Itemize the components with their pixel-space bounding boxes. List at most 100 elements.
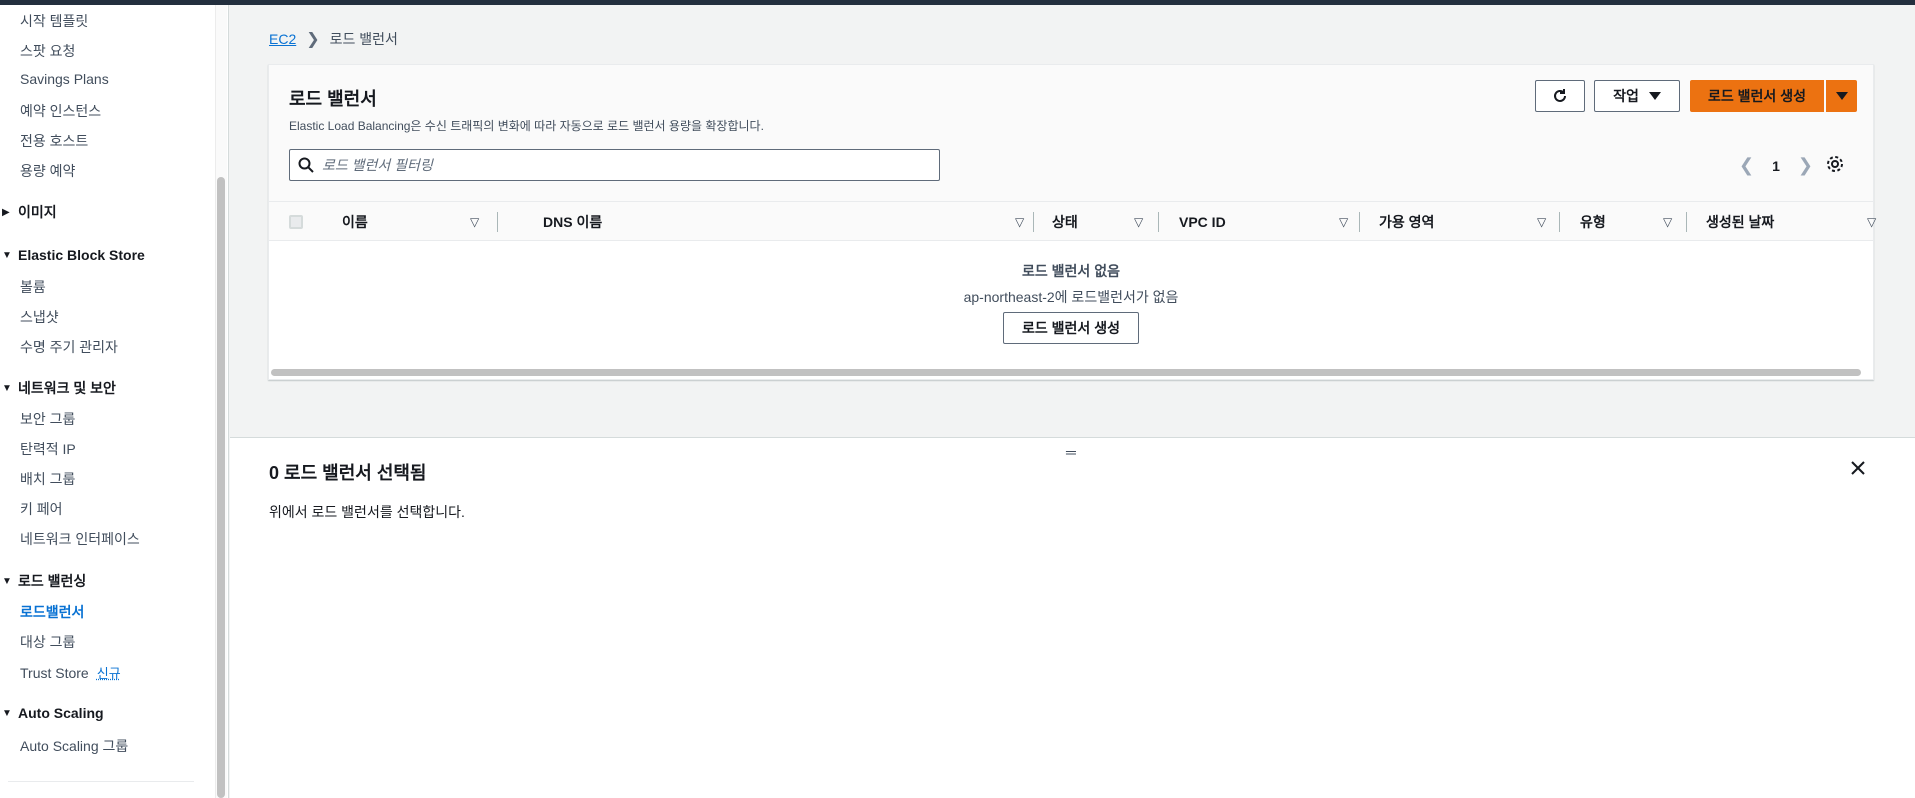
page-number[interactable]: 1 xyxy=(1772,158,1780,174)
sort-icon: ▽ xyxy=(470,215,480,229)
breadcrumb-link-ec2[interactable]: EC2 xyxy=(269,31,296,47)
sidebar-item-volumes[interactable]: 볼륨 xyxy=(20,277,46,297)
sort-icon: ▽ xyxy=(1663,215,1673,229)
sidebar-section-label: 이미지 xyxy=(18,204,57,220)
column-divider[interactable] xyxy=(1158,212,1159,232)
sidebar-section-ebs[interactable]: ▼ Elastic Block Store xyxy=(2,247,145,263)
close-icon[interactable] xyxy=(1850,460,1866,479)
sidebar-item-key-pairs[interactable]: 키 페어 xyxy=(20,499,63,519)
caret-down-icon: ▼ xyxy=(2,575,12,587)
sort-icon: ▽ xyxy=(1339,215,1349,229)
sidebar-item-auto-scaling-groups[interactable]: Auto Scaling 그룹 xyxy=(20,736,128,756)
chevron-right-icon[interactable]: ❯ xyxy=(1798,155,1813,176)
sidebar-section-label: 로드 밸런싱 xyxy=(18,573,87,589)
sidebar-item-security-groups[interactable]: 보안 그룹 xyxy=(20,409,75,429)
filter-input[interactable] xyxy=(322,157,922,173)
sidebar-divider xyxy=(8,781,194,782)
chevron-left-icon[interactable]: ❮ xyxy=(1739,155,1754,176)
caret-down-icon xyxy=(1835,92,1848,100)
panel-title: 로드 밸런서 xyxy=(289,89,377,109)
column-header-type[interactable]: 유형 ▽ xyxy=(1580,202,1690,242)
select-all-checkbox[interactable] xyxy=(289,215,303,229)
chevron-right-icon: ❯ xyxy=(306,31,320,48)
horizontal-scrollbar[interactable] xyxy=(271,369,1861,376)
sidebar-item-dedicated-hosts[interactable]: 전용 호스트 xyxy=(20,131,88,151)
sidebar-scrollbar-thumb[interactable] xyxy=(217,177,225,798)
caret-down-icon: ▼ xyxy=(2,707,12,719)
column-label: DNS 이름 xyxy=(543,214,603,230)
load-balancers-table-panel: 로드 밸런서 Elastic Load Balancing은 수신 트래픽의 변… xyxy=(268,64,1876,380)
column-header-dns-name[interactable]: DNS 이름 ▽ xyxy=(543,202,1024,242)
sidebar: 시작 템플릿 스팟 요청 Savings Plans 예약 인스턴스 전용 호스… xyxy=(0,5,229,798)
split-panel-title: 0 로드 밸런서 선택됨 xyxy=(269,463,427,483)
sidebar-item-elastic-ips[interactable]: 탄력적 IP xyxy=(20,439,76,459)
caret-right-icon: ▶ xyxy=(2,206,10,218)
create-load-balancer-button[interactable]: 로드 밸런서 생성 xyxy=(1690,80,1824,112)
sidebar-section-auto-scaling[interactable]: ▼ Auto Scaling xyxy=(2,705,104,721)
sidebar-section-label: Auto Scaling xyxy=(18,705,104,721)
sidebar-item-label: Trust Store xyxy=(20,665,89,681)
sidebar-item-savings-plans[interactable]: Savings Plans xyxy=(20,71,109,87)
column-header-availability-zones[interactable]: 가용 영역 ▽ xyxy=(1379,202,1549,242)
refresh-icon xyxy=(1554,89,1566,102)
filter-search-box[interactable] xyxy=(289,149,940,181)
column-divider[interactable] xyxy=(1033,212,1034,232)
sidebar-section-images[interactable]: ▶ 이미지 xyxy=(2,202,57,222)
column-divider[interactable] xyxy=(1686,212,1687,232)
sidebar-item-placement-groups[interactable]: 배치 그룹 xyxy=(20,469,75,489)
gear-icon[interactable] xyxy=(1826,155,1844,176)
sidebar-item-load-balancers[interactable]: 로드밸런서 xyxy=(20,602,84,622)
sidebar-section-load-balancing[interactable]: ▼ 로드 밸런싱 xyxy=(2,571,86,591)
sort-icon: ▽ xyxy=(1134,215,1144,229)
create-load-balancer-dropdown-button[interactable] xyxy=(1826,80,1857,112)
sort-icon: ▽ xyxy=(1015,215,1025,229)
column-label: 이름 xyxy=(342,214,368,230)
sort-icon: ▽ xyxy=(1537,215,1547,229)
caret-down-icon xyxy=(1648,92,1661,100)
column-header-state[interactable]: 상태 ▽ xyxy=(1052,202,1152,242)
empty-state-title: 로드 밸런서 없음 xyxy=(1022,263,1120,279)
sidebar-item-lifecycle-manager[interactable]: 수명 주기 관리자 xyxy=(20,337,118,357)
panel-description: Elastic Load Balancing은 수신 트래픽의 변화에 따라 자… xyxy=(289,119,764,133)
actions-dropdown-button[interactable]: 작업 xyxy=(1594,80,1680,112)
sidebar-item-target-groups[interactable]: 대상 그룹 xyxy=(20,632,75,652)
sort-icon: ▽ xyxy=(1867,215,1877,229)
table-header: 이름 ▽ DNS 이름 ▽ 상태 ▽ VPC ID ▽ 가용 영역 ▽ 유형 ▽… xyxy=(269,201,1876,242)
sidebar-item-snapshots[interactable]: 스냅샷 xyxy=(20,307,59,327)
main-content: EC2 ❯ 로드 밸런서 로드 밸런서 Elastic Load Balanci… xyxy=(230,5,1915,798)
split-panel: ═ 0 로드 밸런서 선택됨 위에서 로드 밸런서를 선택합니다. xyxy=(230,437,1915,798)
new-badge: 신규 xyxy=(96,666,121,681)
column-divider[interactable] xyxy=(497,212,498,232)
breadcrumb-current: 로드 밸런서 xyxy=(329,31,398,47)
split-panel-body: 위에서 로드 밸런서를 선택합니다. xyxy=(269,504,465,520)
column-header-created[interactable]: 생성된 날짜 ▽ xyxy=(1706,202,1876,242)
pagination: ❮ 1 ❯ xyxy=(1739,155,1813,176)
column-label: 생성된 날짜 xyxy=(1706,214,1775,230)
sidebar-item-reserved-instances[interactable]: 예약 인스턴스 xyxy=(20,101,101,121)
caret-down-icon: ▼ xyxy=(2,382,12,394)
sidebar-item-capacity-reservations[interactable]: 용량 예약 xyxy=(20,161,75,181)
sidebar-item-spot-requests[interactable]: 스팟 요청 xyxy=(20,41,75,61)
empty-state-create-button[interactable]: 로드 밸런서 생성 xyxy=(1003,312,1139,344)
sidebar-section-label: Elastic Block Store xyxy=(18,247,145,263)
column-divider[interactable] xyxy=(1559,212,1560,232)
actions-label: 작업 xyxy=(1613,88,1639,104)
column-divider[interactable] xyxy=(1359,212,1360,232)
sidebar-section-label: 네트워크 및 보안 xyxy=(18,380,116,396)
sidebar-item-launch-templates[interactable]: 시작 템플릿 xyxy=(20,11,88,31)
column-label: 유형 xyxy=(1580,214,1606,230)
column-label: VPC ID xyxy=(1179,214,1226,230)
column-header-name[interactable]: 이름 ▽ xyxy=(342,202,482,242)
sidebar-item-trust-store[interactable]: Trust Store 신규 xyxy=(20,663,121,682)
breadcrumb: EC2 ❯ 로드 밸런서 xyxy=(269,29,398,49)
sidebar-section-network[interactable]: ▼ 네트워크 및 보안 xyxy=(2,378,116,398)
refresh-button[interactable] xyxy=(1535,80,1585,112)
search-icon xyxy=(298,157,314,173)
column-label: 상태 xyxy=(1052,214,1078,230)
caret-down-icon: ▼ xyxy=(2,249,12,261)
empty-state-description: ap-northeast-2에 로드밸런서가 없음 xyxy=(963,289,1179,305)
resize-handle-icon[interactable]: ═ xyxy=(1066,444,1076,460)
column-header-vpc-id[interactable]: VPC ID ▽ xyxy=(1179,202,1349,242)
column-label: 가용 영역 xyxy=(1379,214,1435,230)
sidebar-item-network-interfaces[interactable]: 네트워크 인터페이스 xyxy=(20,529,140,549)
